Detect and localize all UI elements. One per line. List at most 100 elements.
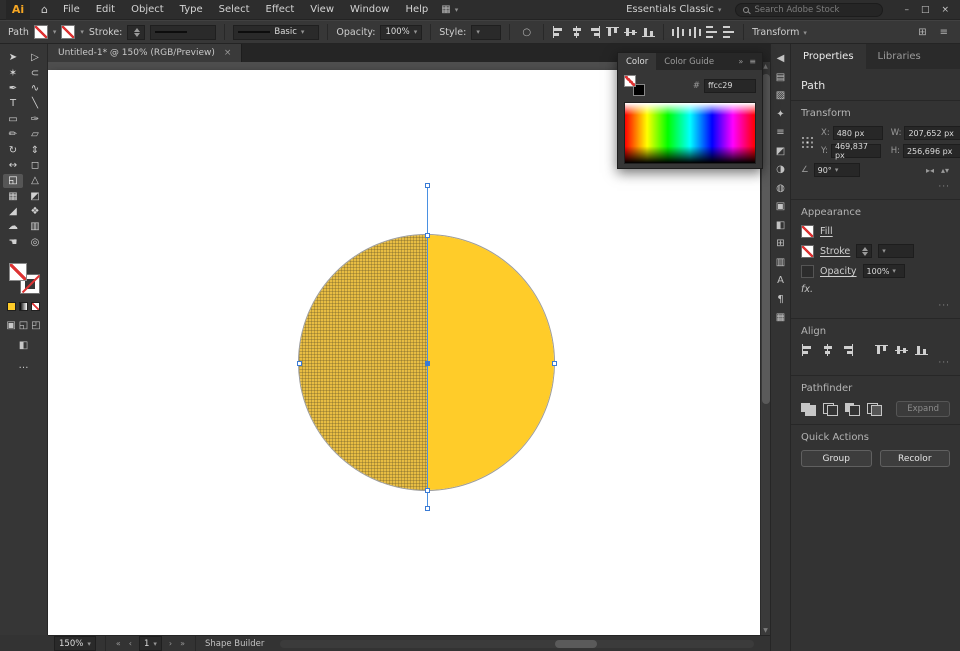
stroke-panel-icon[interactable]: ≡ [776, 127, 784, 138]
swatches-panel-icon[interactable]: ▤ [776, 72, 785, 83]
direct-selection-tool[interactable]: ▷ [25, 51, 45, 65]
brushes-panel-icon[interactable]: ▨ [776, 90, 785, 101]
width-tool[interactable]: ↔ [3, 158, 23, 172]
menu-help[interactable]: Help [398, 4, 435, 15]
mesh-tool[interactable]: ▦ [3, 189, 23, 203]
rotation-dropdown[interactable]: 90°▾ [814, 163, 860, 177]
stroke-caret-icon[interactable]: ▾ [80, 28, 84, 36]
expand-button[interactable]: Expand [896, 401, 950, 417]
artboard-number-dropdown[interactable]: 1▾ [139, 636, 162, 651]
align-right-icon[interactable] [588, 26, 601, 38]
circle-left-half-shape-builder-region[interactable] [299, 235, 427, 490]
eyedropper-tool[interactable]: ◢ [3, 205, 23, 219]
fill-caret-icon[interactable]: ▾ [53, 28, 57, 36]
rectangle-tool[interactable]: ▭ [3, 112, 23, 126]
align-left-icon[interactable] [801, 344, 814, 356]
fill-proxy-swatch[interactable] [9, 263, 27, 281]
h-field[interactable]: 256,696 px [903, 144, 960, 158]
pencil-tool[interactable]: ✏ [3, 128, 23, 142]
w-field[interactable]: 207,652 px [904, 126, 960, 140]
control-panel-menu-icon[interactable]: ≡ [936, 27, 952, 38]
align-horizontal-center-icon[interactable] [821, 344, 834, 356]
pathfinder-minus-front-icon[interactable] [823, 403, 838, 416]
menu-select[interactable]: Select [212, 4, 257, 15]
previous-artboard-icon[interactable]: ‹ [128, 639, 133, 648]
blend-tool[interactable]: ❖ [25, 205, 45, 219]
brush-definition-dropdown[interactable]: Basic▾ [233, 25, 319, 40]
align-bottom-icon[interactable] [642, 26, 655, 38]
draw-inside-icon[interactable]: ◰ [31, 320, 40, 331]
tab-color[interactable]: Color [618, 53, 656, 70]
scale-tool[interactable]: ⇕ [25, 143, 45, 157]
collapse-panels-icon[interactable]: ◀ [777, 53, 785, 64]
y-field[interactable]: 469,837 px [831, 144, 881, 158]
stroke-unit-dropdown[interactable]: ▾ [878, 244, 914, 258]
align-right-icon[interactable] [841, 344, 854, 356]
symbols-panel-icon[interactable]: ✦ [776, 109, 784, 120]
close-button[interactable]: × [936, 5, 954, 15]
document-close-icon[interactable]: × [224, 48, 232, 58]
recolor-button[interactable]: Recolor [880, 450, 951, 467]
line-segment-tool[interactable]: ╲ [25, 97, 45, 111]
horizontal-scroll-thumb[interactable] [555, 640, 597, 648]
distribute-horizontal-icon[interactable] [672, 26, 684, 38]
libraries-panel-icon[interactable]: ▦ [776, 312, 785, 323]
style-dropdown[interactable]: ▾ [471, 25, 501, 40]
appearance-stroke-swatch[interactable] [801, 245, 814, 258]
stroke-weight-stepper[interactable] [134, 28, 140, 37]
menu-effect[interactable]: Effect [259, 4, 302, 15]
tab-properties[interactable]: Properties [791, 44, 866, 69]
appearance-panel-icon[interactable]: ◍ [776, 183, 785, 194]
pen-tool[interactable]: ✒ [3, 81, 23, 95]
curvature-tool[interactable]: ∿ [25, 81, 45, 95]
edit-toolbar-icon[interactable]: … [0, 360, 47, 371]
home-icon[interactable]: ⌂ [35, 3, 54, 16]
stroke-weight-stepper[interactable] [862, 247, 868, 256]
anchor-point-line-top[interactable] [425, 183, 430, 188]
pathfinder-exclude-icon[interactable] [867, 403, 882, 416]
none-swatch[interactable] [31, 302, 40, 311]
circle-right-half[interactable] [427, 235, 555, 490]
scroll-up-icon[interactable]: ▲ [763, 63, 768, 70]
tab-color-guide[interactable]: Color Guide [656, 53, 722, 70]
menu-window[interactable]: Window [343, 4, 396, 15]
selection-tool[interactable]: ➤ [3, 51, 23, 65]
artboards-panel-icon[interactable]: ⊞ [776, 238, 784, 249]
align-vertical-center-icon[interactable] [624, 26, 637, 38]
panel-menu-icon[interactable]: ≡ [749, 57, 756, 66]
search-input[interactable] [754, 5, 869, 15]
opacity-field[interactable]: 100%▾ [863, 264, 905, 278]
screen-mode-icon[interactable]: ◧ [0, 340, 47, 351]
appearance-fill-swatch[interactable] [801, 225, 814, 238]
color-spectrum[interactable] [624, 102, 756, 164]
opacity-label[interactable]: Opacity [820, 266, 857, 277]
gradient-swatch[interactable] [19, 302, 28, 311]
color-fill-swatch[interactable] [624, 75, 636, 87]
character-panel-icon[interactable]: A [777, 275, 784, 286]
tab-libraries[interactable]: Libraries [866, 44, 933, 69]
stroke-swatch[interactable] [61, 25, 75, 39]
align-bottom-icon[interactable] [915, 344, 928, 356]
scroll-down-icon[interactable]: ▼ [763, 627, 768, 634]
pathfinder-intersect-icon[interactable] [845, 403, 860, 416]
pathfinder-unite-icon[interactable] [801, 403, 816, 416]
flip-horizontal-icon[interactable]: ▸◂ [925, 166, 935, 175]
gradient-panel-icon[interactable]: ◩ [776, 146, 785, 157]
align-left-icon[interactable] [552, 26, 565, 38]
menu-edit[interactable]: Edit [89, 4, 122, 15]
arrange-documents-icon[interactable]: ▦ [437, 4, 462, 15]
anchor-point-circle-right[interactable] [552, 361, 557, 366]
next-artboard-icon[interactable]: › [168, 639, 173, 648]
draw-normal-icon[interactable]: ▣ [6, 320, 15, 331]
menu-view[interactable]: View [303, 4, 341, 15]
anchor-point-circle-bottom[interactable] [425, 488, 430, 493]
anchor-point-line-bottom[interactable] [425, 506, 430, 511]
column-graph-tool[interactable]: ▥ [25, 220, 45, 234]
menu-file[interactable]: File [56, 4, 87, 15]
transform-menu[interactable]: Transform [752, 27, 807, 38]
menu-object[interactable]: Object [124, 4, 171, 15]
hand-tool[interactable]: ☚ [3, 235, 23, 249]
anchor-point-circle-top[interactable] [425, 233, 430, 238]
variable-width-profile-field[interactable] [150, 25, 216, 40]
asset-export-panel-icon[interactable]: ▥ [776, 257, 785, 268]
